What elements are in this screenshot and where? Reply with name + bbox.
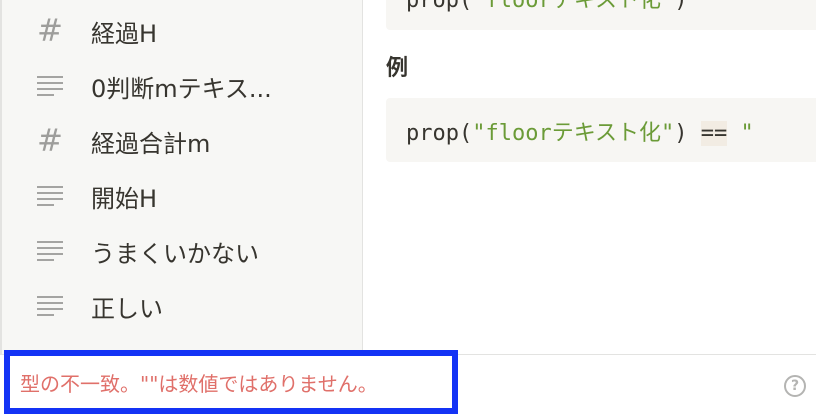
- formula-status-bar: 型の不一致。""は数値ではありません。 ?: [0, 350, 816, 414]
- text-lines-icon: [36, 182, 64, 210]
- code-string: "floorテキスト化": [472, 0, 675, 13]
- help-icon[interactable]: ?: [784, 375, 806, 397]
- code-text: ): [674, 121, 701, 146]
- property-list: # 経過H 0判断mテキス... # 経過合計m 開始H うまくいかない 正しい: [0, 0, 363, 355]
- property-label: 正しい: [91, 294, 163, 323]
- code-text: ): [674, 0, 688, 13]
- property-label: 経過合計m: [91, 129, 211, 158]
- property-item[interactable]: 正しい: [2, 281, 363, 331]
- syntax-code-block: prop("floorテキスト化"): [386, 0, 816, 30]
- formula-editor: # 経過H 0判断mテキス... # 経過合計m 開始H うまくいかない 正しい…: [0, 0, 816, 414]
- code-string: "floorテキスト化": [472, 121, 675, 146]
- code-text: prop(: [406, 0, 473, 13]
- property-label: 経過H: [91, 19, 158, 48]
- code-string: ": [727, 121, 754, 146]
- property-label: 0判断mテキス...: [91, 74, 272, 103]
- property-item[interactable]: うまくいかない: [2, 226, 363, 276]
- code-text: prop(: [406, 121, 473, 146]
- example-code-block: prop("floorテキスト化") == ": [386, 98, 816, 162]
- property-item[interactable]: 開始H: [2, 171, 363, 221]
- error-highlight-box: 型の不一致。""は数値ではありません。: [4, 350, 458, 414]
- property-detail-panel: prop("floorテキスト化") 例 prop("floorテキスト化") …: [364, 0, 816, 355]
- text-lines-icon: [36, 292, 64, 320]
- property-label: うまくいかない: [91, 239, 259, 268]
- hash-icon: #: [37, 13, 63, 49]
- property-label: 開始H: [91, 184, 158, 213]
- property-item[interactable]: # 経過H: [2, 6, 363, 56]
- property-item[interactable]: 0判断mテキス...: [2, 61, 363, 111]
- hash-icon: #: [37, 123, 63, 159]
- code-operator: ==: [700, 121, 728, 146]
- error-message: 型の不一致。""は数値ではありません。: [20, 371, 378, 396]
- text-lines-icon: [36, 72, 64, 100]
- property-item[interactable]: # 経過合計m: [2, 116, 363, 166]
- example-heading: 例: [386, 56, 409, 81]
- text-lines-icon: [36, 237, 64, 265]
